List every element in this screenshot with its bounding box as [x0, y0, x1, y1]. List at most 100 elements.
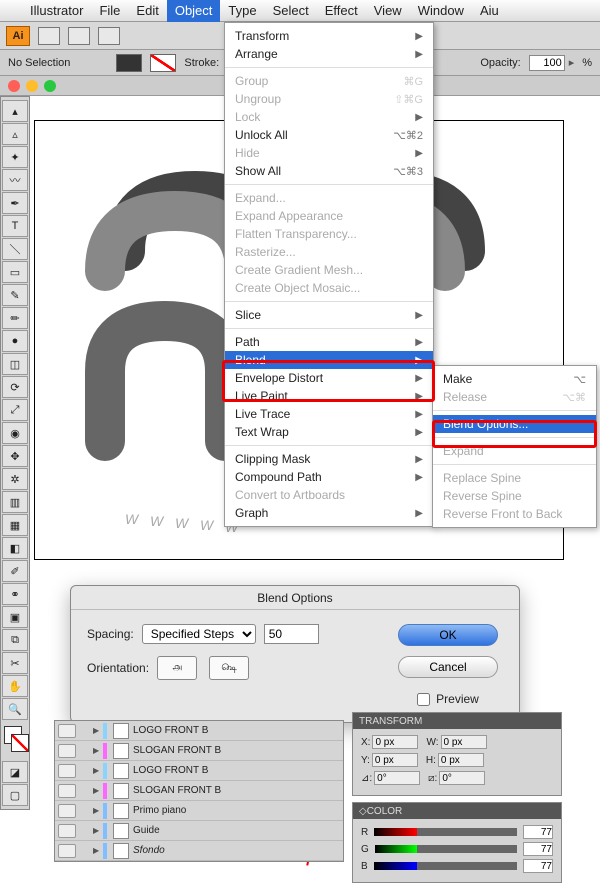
menu-window[interactable]: Window: [410, 0, 472, 22]
selection-tool[interactable]: ▴: [2, 100, 28, 122]
menu-item-live-trace[interactable]: Live Trace▶: [225, 405, 433, 423]
submenu-item-make[interactable]: Make⌥: [433, 370, 596, 388]
minimize-window-button[interactable]: [26, 80, 38, 92]
stroke-swatch[interactable]: [150, 54, 176, 72]
menu-item-transform[interactable]: Transform▶: [225, 27, 433, 45]
visibility-toggle[interactable]: [58, 844, 76, 858]
pen-tool[interactable]: ✒: [2, 192, 28, 214]
r-slider[interactable]: [374, 828, 517, 836]
direct-selection-tool[interactable]: ▵: [2, 123, 28, 145]
type-tool[interactable]: T: [2, 215, 28, 237]
orientation-align-page-button[interactable]: ௮: [157, 656, 197, 680]
opacity-input[interactable]: [529, 55, 565, 71]
y-input[interactable]: [372, 753, 418, 767]
expand-icon[interactable]: ▶: [93, 826, 103, 835]
menu-view[interactable]: View: [366, 0, 410, 22]
preview-checkbox-input[interactable]: [417, 693, 430, 706]
menu-item-envelope-distort[interactable]: Envelope Distort▶: [225, 369, 433, 387]
layer-row[interactable]: ▶ Guide: [55, 821, 343, 841]
menu-item-live-paint[interactable]: Live Paint▶: [225, 387, 433, 405]
spacing-select[interactable]: Specified Steps: [142, 624, 256, 644]
menu-item-blend[interactable]: Blend▶: [225, 351, 433, 369]
w-input[interactable]: [441, 735, 487, 749]
layer-row[interactable]: ▶ SLOGAN FRONT B: [55, 741, 343, 761]
g-input[interactable]: [523, 842, 553, 856]
layer-row[interactable]: ▶ LOGO FRONT B: [55, 761, 343, 781]
menu-item-slice[interactable]: Slice▶: [225, 306, 433, 324]
live-paint-tool[interactable]: ▣: [2, 606, 28, 628]
layer-row[interactable]: ▶ LOGO FRONT B: [55, 721, 343, 741]
slice-tool[interactable]: ✂: [2, 652, 28, 674]
visibility-toggle[interactable]: [58, 784, 76, 798]
visibility-toggle[interactable]: [58, 804, 76, 818]
crop-tool[interactable]: ⧉: [2, 629, 28, 651]
scale-tool[interactable]: ⤢: [2, 399, 28, 421]
rotate-tool[interactable]: ⟳: [2, 376, 28, 398]
menu-item-show-all[interactable]: Show All⌥⌘3: [225, 162, 433, 180]
expand-icon[interactable]: ▶: [93, 846, 103, 855]
expand-icon[interactable]: ▶: [93, 766, 103, 775]
menu-object[interactable]: Object: [167, 0, 221, 22]
eyedropper-tool[interactable]: ✐: [2, 560, 28, 582]
menu-type[interactable]: Type: [220, 0, 264, 22]
bridge-button[interactable]: [38, 27, 60, 45]
visibility-toggle[interactable]: [58, 744, 76, 758]
shear-input[interactable]: [439, 771, 485, 785]
menu-item-path[interactable]: Path▶: [225, 333, 433, 351]
arrange-button[interactable]: [68, 27, 90, 45]
menu-item-compound-path[interactable]: Compound Path▶: [225, 468, 433, 486]
graph-tool[interactable]: ▥: [2, 491, 28, 513]
layer-row[interactable]: ▶ Primo piano: [55, 801, 343, 821]
menu-item-unlock-all[interactable]: Unlock All⌥⌘2: [225, 126, 433, 144]
visibility-toggle[interactable]: [58, 764, 76, 778]
rectangle-tool[interactable]: ▭: [2, 261, 28, 283]
zoom-window-button[interactable]: [44, 80, 56, 92]
visibility-toggle[interactable]: [58, 724, 76, 738]
menu-item-graph[interactable]: Graph▶: [225, 504, 433, 522]
color-mode-button[interactable]: ◪: [2, 761, 28, 783]
zoom-button[interactable]: [98, 27, 120, 45]
blob-brush-tool[interactable]: ●: [2, 330, 28, 352]
angle-input[interactable]: [374, 771, 420, 785]
b-input[interactable]: [523, 859, 553, 873]
expand-icon[interactable]: ▶: [93, 806, 103, 815]
eraser-tool[interactable]: ◫: [2, 353, 28, 375]
spacing-value-input[interactable]: [264, 624, 319, 644]
expand-icon[interactable]: ▶: [93, 786, 103, 795]
menu-item-text-wrap[interactable]: Text Wrap▶: [225, 423, 433, 441]
symbol-sprayer-tool[interactable]: ✲: [2, 468, 28, 490]
menu-select[interactable]: Select: [265, 0, 317, 22]
menu-effect[interactable]: Effect: [317, 0, 366, 22]
h-input[interactable]: [438, 753, 484, 767]
menu-illustrator[interactable]: Illustrator: [22, 0, 91, 22]
submenu-item-blend-options-[interactable]: Blend Options...: [433, 415, 596, 433]
magic-wand-tool[interactable]: ✦: [2, 146, 28, 168]
pencil-tool[interactable]: ✏: [2, 307, 28, 329]
hand-tool[interactable]: ✋: [2, 675, 28, 697]
visibility-toggle[interactable]: [58, 824, 76, 838]
zoom-tool[interactable]: 🔍: [2, 698, 28, 720]
menu-item-clipping-mask[interactable]: Clipping Mask▶: [225, 450, 433, 468]
preview-checkbox[interactable]: Preview: [417, 692, 479, 706]
fill-swatch[interactable]: [116, 54, 142, 72]
layer-row[interactable]: ▶ SLOGAN FRONT B: [55, 781, 343, 801]
screen-mode-button[interactable]: ▢: [2, 784, 28, 806]
menu-aiu[interactable]: Aiu: [472, 0, 507, 22]
layer-row[interactable]: ▶ Sfondo: [55, 841, 343, 861]
orientation-align-path-button[interactable]: ௸: [209, 656, 249, 680]
cancel-button[interactable]: Cancel: [398, 656, 498, 678]
r-input[interactable]: [523, 825, 553, 839]
blend-tool[interactable]: ⚭: [2, 583, 28, 605]
menu-item-arrange[interactable]: Arrange▶: [225, 45, 433, 63]
menu-file[interactable]: File: [91, 0, 128, 22]
g-slider[interactable]: [375, 845, 517, 853]
fill-stroke-indicator[interactable]: [1, 724, 29, 760]
stroke-indicator[interactable]: [11, 734, 29, 752]
mesh-tool[interactable]: ▦: [2, 514, 28, 536]
close-window-button[interactable]: [8, 80, 20, 92]
warp-tool[interactable]: ◉: [2, 422, 28, 444]
free-transform-tool[interactable]: ✥: [2, 445, 28, 467]
paintbrush-tool[interactable]: ✎: [2, 284, 28, 306]
expand-icon[interactable]: ▶: [93, 746, 103, 755]
menu-edit[interactable]: Edit: [128, 0, 166, 22]
